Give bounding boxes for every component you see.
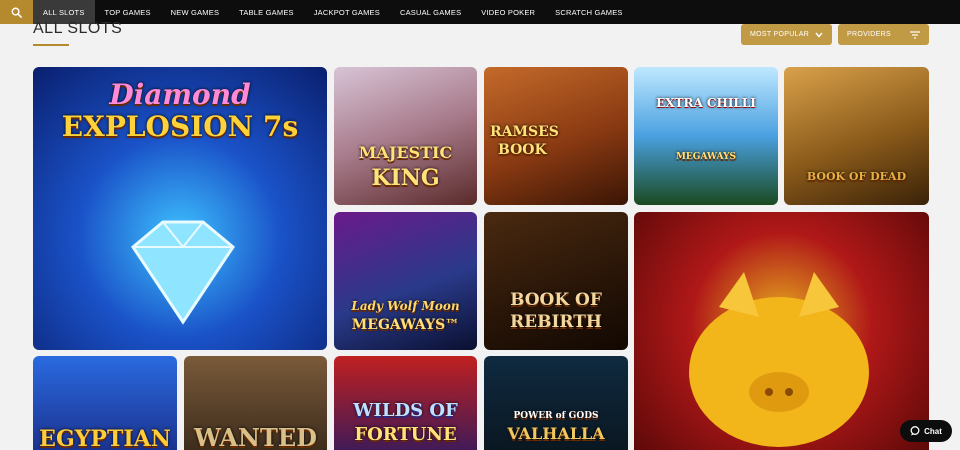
game-title-line2: FORTUNE [354, 424, 457, 445]
game-title-line1: EGYPTIAN [39, 426, 171, 450]
nav-tab-new-games[interactable]: NEW GAMES [161, 0, 229, 24]
game-title-line1: WANTED [194, 423, 317, 450]
nav-tab-table-games[interactable]: TABLE GAMES [229, 0, 304, 24]
game-title-line1: WILDS OF [353, 400, 458, 421]
filter-icon [910, 30, 920, 39]
chevron-down-icon [815, 32, 823, 38]
game-tile-egyptian[interactable]: EGYPTIAN [33, 356, 177, 450]
nav-tab-jackpot-games[interactable]: JACKPOT GAMES [304, 0, 390, 24]
sort-dropdown[interactable]: MOST POPULAR [741, 24, 832, 45]
chat-button[interactable]: Chat [900, 420, 952, 442]
game-title-line1: MAJESTIC [358, 143, 453, 162]
game-tile-power-of-gods-valhalla[interactable]: POWER of GODS VALHALLA [484, 356, 628, 450]
nav-tab-scratch-games[interactable]: SCRATCH GAMES [545, 0, 632, 24]
game-title-line1: EXTRA CHILLI [656, 96, 756, 110]
game-title-line2: REBIRTH [510, 312, 602, 332]
game-title-line1: RAMSES [490, 124, 559, 140]
search-button[interactable] [0, 0, 33, 24]
game-tile-book-of-dead[interactable]: BOOK OF DEAD [784, 67, 929, 205]
game-title-line1: Lady Wolf Moon [351, 299, 460, 313]
game-title-line2: KING [371, 165, 440, 191]
game-title-line2: EXPLOSION 7s [61, 110, 299, 143]
game-tile-diamond-explosion-7s[interactable]: Diamond EXPLOSION 7s [33, 67, 327, 350]
game-title-line2: BOOK [498, 142, 547, 158]
title-underline [33, 44, 69, 46]
game-tile-ramses-book[interactable]: RAMSES BOOK [484, 67, 628, 205]
chat-label: Chat [924, 426, 942, 436]
search-icon [11, 7, 22, 18]
sort-label: MOST POPULAR [750, 31, 810, 38]
game-title-line1: BOOK OF [510, 290, 602, 310]
diamond-icon [131, 220, 235, 325]
top-nav: ALL SLOTS TOP GAMES NEW GAMES TABLE GAME… [0, 0, 960, 24]
game-tile-golden-piggy[interactable] [634, 212, 929, 450]
game-tile-majestic-king[interactable]: MAJESTIC KING [334, 67, 477, 205]
game-tile-extra-chilli-megaways[interactable]: EXTRA CHILLI MEGAWAYS [634, 67, 778, 205]
nav-tab-casual-games[interactable]: CASUAL GAMES [390, 0, 471, 24]
game-tile-wanted[interactable]: WANTED [184, 356, 327, 450]
piggy-bank-icon [689, 272, 869, 447]
game-tile-book-of-rebirth[interactable]: BOOK OF REBIRTH [484, 212, 628, 350]
providers-label: PROVIDERS [847, 31, 891, 38]
chat-bubble-icon [910, 426, 920, 436]
game-tile-lady-wolf-moon-megaways[interactable]: Lady Wolf Moon MEGAWAYS™ [334, 212, 477, 350]
game-title-line2: VALHALLA [507, 424, 605, 443]
nav-tab-video-poker[interactable]: VIDEO POKER [471, 0, 545, 24]
game-title-line2: MEGAWAYS [675, 152, 737, 162]
game-title-line1: POWER of GODS [513, 411, 599, 421]
game-tile-wilds-of-fortune[interactable]: WILDS OF FORTUNE [334, 356, 477, 450]
game-title-line2: MEGAWAYS™ [351, 317, 460, 333]
page-title: ALL SLOTS [33, 20, 123, 37]
game-title-line1: Diamond [109, 78, 251, 111]
game-title-line2: BOOK OF DEAD [806, 170, 907, 183]
providers-filter-button[interactable]: PROVIDERS [838, 24, 929, 45]
